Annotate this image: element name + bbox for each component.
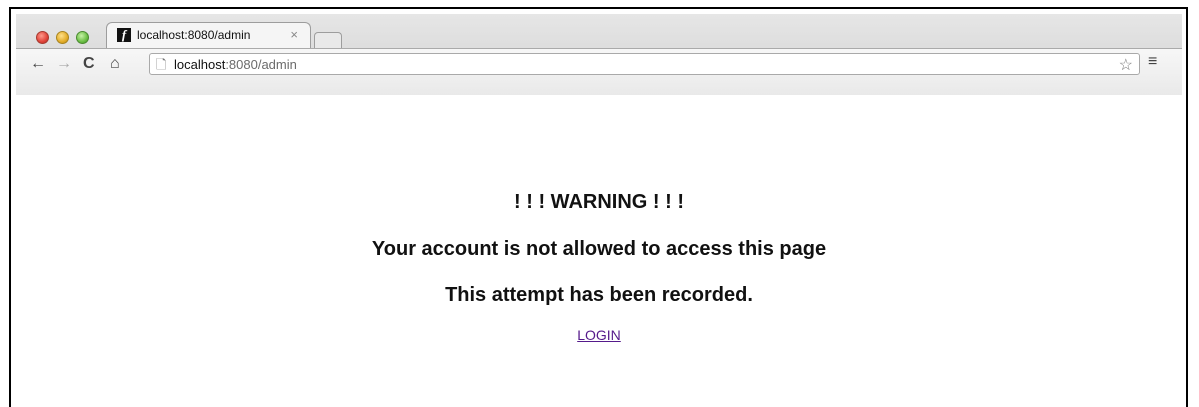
favicon-icon: f — [117, 28, 131, 42]
star-icon[interactable]: ☆ — [1119, 55, 1133, 75]
page-icon: 🗋 — [156, 57, 167, 72]
close-icon[interactable]: × — [290, 27, 298, 42]
menu-icon[interactable]: ≡ — [1148, 53, 1157, 71]
close-window-button[interactable] — [36, 31, 49, 44]
login-link[interactable]: LOGIN — [577, 327, 621, 343]
access-denied-message: Your account is not allowed to access th… — [371, 238, 827, 260]
browser-tab[interactable]: f localhost:8080/admin × — [106, 22, 311, 48]
page-content: ! ! ! WARNING ! ! ! Your account is not … — [16, 95, 1182, 403]
browser-toolbar: ← → C ⌂ 🗋 localhost:8080/admin ☆ ≡ — [16, 48, 1182, 95]
address-bar[interactable]: 🗋 localhost:8080/admin ☆ — [149, 53, 1140, 75]
warning-heading: ! ! ! WARNING ! ! ! — [514, 191, 684, 213]
browser-chrome: f localhost:8080/admin × ← → C ⌂ 🗋 local… — [16, 14, 1182, 95]
reload-icon[interactable]: C — [83, 55, 95, 73]
url-text: localhost:8080/admin — [174, 57, 297, 72]
home-icon[interactable]: ⌂ — [110, 55, 120, 73]
login-link-container: LOGIN — [16, 327, 1182, 343]
recorded-notice: This attempt has been recorded. — [445, 284, 753, 306]
forward-arrow-icon[interactable]: → — [56, 55, 72, 73]
zoom-window-button[interactable] — [76, 31, 89, 44]
back-arrow-icon[interactable]: ← — [30, 55, 46, 73]
minimize-window-button[interactable] — [56, 31, 69, 44]
tab-title: localhost:8080/admin — [137, 28, 251, 42]
new-tab-button[interactable] — [314, 32, 342, 48]
